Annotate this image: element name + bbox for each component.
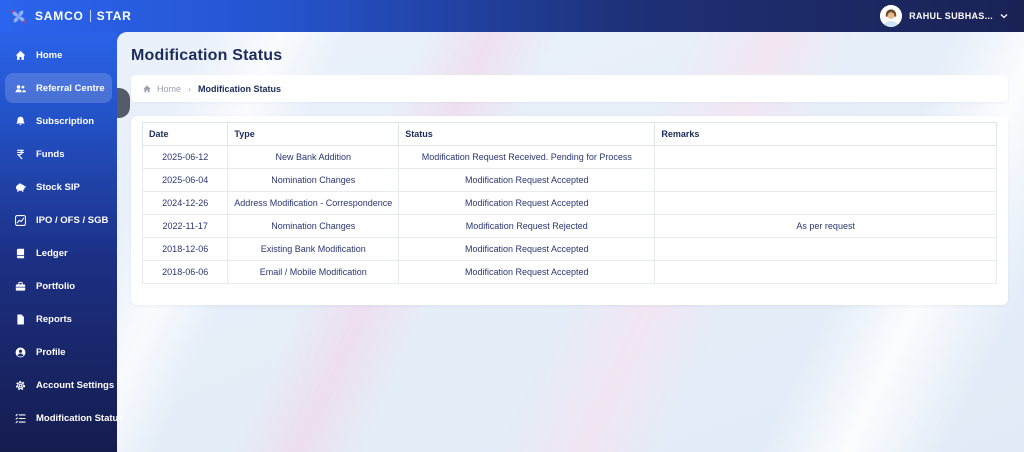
cell-type: Address Modification - Correspondence bbox=[227, 191, 400, 215]
sidebar-item[interactable]: Subscription bbox=[5, 106, 112, 136]
cell-status: Modification Request Received. Pending f… bbox=[398, 145, 656, 169]
gear-icon bbox=[13, 378, 27, 392]
sidebar-item-label: Reports bbox=[36, 313, 72, 325]
breadcrumb-separator: › bbox=[188, 83, 192, 94]
sidebar-item-label: Home bbox=[36, 49, 63, 61]
brand: SAMCO STAR bbox=[9, 7, 132, 26]
table-row: 2025-06-12 New Bank Addition Modificatio… bbox=[141, 145, 997, 169]
cell-date: 2018-06-06 bbox=[141, 260, 229, 284]
sidebar-item-label: Portfolio bbox=[36, 280, 76, 292]
cell-type: Existing Bank Modification bbox=[227, 237, 400, 261]
cell-remarks: As per request bbox=[654, 214, 997, 238]
samco-pinwheel-logo-icon bbox=[9, 7, 28, 26]
piggy-bank-icon bbox=[13, 180, 27, 194]
rupee-icon bbox=[13, 147, 27, 161]
brand-star: STAR bbox=[96, 9, 132, 23]
sidebar-item[interactable]: Home bbox=[5, 40, 112, 70]
brand-samco: SAMCO bbox=[35, 9, 84, 23]
book-icon bbox=[13, 246, 27, 260]
column-header: Type bbox=[227, 122, 400, 146]
cell-status: Modification Request Accepted bbox=[398, 191, 656, 215]
cell-date: 2022-11-17 bbox=[141, 214, 229, 238]
cell-status: Modification Request Accepted bbox=[398, 237, 656, 261]
sidebar-item-label: Ledger bbox=[36, 247, 68, 259]
column-header: Status bbox=[398, 122, 656, 146]
main-content: Modification Status Home › Modification … bbox=[117, 32, 1024, 452]
cell-type: Email / Mobile Modification bbox=[227, 260, 400, 284]
bell-icon bbox=[13, 114, 27, 128]
breadcrumb-current: Modification Status bbox=[198, 83, 282, 94]
sidebar-item-label: Profile bbox=[36, 346, 66, 358]
sidebar-item-label: Account Settings bbox=[36, 379, 115, 391]
table-row: 2024-12-26 Address Modification - Corres… bbox=[141, 191, 997, 215]
sidebar-item[interactable]: Ledger bbox=[5, 238, 112, 268]
sidebar-item[interactable]: Funds bbox=[5, 139, 112, 169]
cell-remarks bbox=[654, 191, 997, 215]
chevron-down-icon bbox=[1000, 13, 1008, 19]
sidebar-item[interactable]: Profile bbox=[5, 337, 112, 367]
cell-remarks bbox=[654, 168, 997, 192]
top-header: SAMCO STAR RAHUL SUBHAS... bbox=[0, 0, 1024, 32]
sidebar-item-label: Funds bbox=[36, 148, 65, 160]
table-header-row: Date Type Status Remarks bbox=[141, 122, 997, 146]
document-icon bbox=[13, 312, 27, 326]
cell-date: 2024-12-26 bbox=[141, 191, 229, 215]
brand-separator bbox=[89, 10, 91, 22]
cell-status: Modification Request Accepted bbox=[398, 168, 656, 192]
cell-status: Modification Request Rejected bbox=[398, 214, 656, 238]
sidebar-item-label: Modification Status bbox=[36, 412, 124, 424]
table-row: 2018-12-06 Existing Bank Modification Mo… bbox=[141, 237, 997, 261]
sidebar-item[interactable]: Account Settings bbox=[5, 370, 115, 400]
home-icon bbox=[142, 84, 152, 94]
sidebar-item-label: Referral Centre bbox=[36, 82, 105, 94]
chart-icon bbox=[13, 213, 27, 227]
cell-remarks bbox=[654, 145, 997, 169]
cell-remarks bbox=[654, 260, 997, 284]
breadcrumb: Home › Modification Status bbox=[131, 75, 1008, 102]
column-header: Date bbox=[141, 122, 229, 146]
sidebar-nav: Home Referral Centre Subscription Funds … bbox=[0, 32, 124, 452]
breadcrumb-home-link[interactable]: Home bbox=[142, 84, 181, 94]
table-row: 2018-06-06 Email / Mobile Modification M… bbox=[141, 260, 997, 284]
cell-remarks bbox=[654, 237, 997, 261]
sidebar-item[interactable]: Stock SIP bbox=[5, 172, 112, 202]
sidebar-item[interactable]: Portfolio bbox=[5, 271, 112, 301]
sidebar-item[interactable]: IPO / OFS / SGB bbox=[5, 205, 112, 235]
cell-date: 2025-06-04 bbox=[141, 168, 229, 192]
cell-status: Modification Request Accepted bbox=[398, 260, 656, 284]
checklist-icon bbox=[13, 411, 27, 425]
cell-type: New Bank Addition bbox=[227, 145, 400, 169]
home-icon bbox=[13, 48, 27, 62]
cell-type: Nomination Changes bbox=[227, 168, 400, 192]
sidebar-item-label: Subscription bbox=[36, 115, 95, 127]
sidebar-item[interactable]: Reports bbox=[5, 304, 112, 334]
sidebar-item[interactable]: Referral Centre bbox=[5, 73, 112, 103]
breadcrumb-home-label: Home bbox=[157, 83, 182, 94]
modification-status-card: Date Type Status Remarks 2025-06-12 New Ban… bbox=[131, 116, 1008, 305]
page-title: Modification Status bbox=[131, 47, 283, 64]
sidebar-item[interactable]: Modification Status bbox=[5, 403, 124, 433]
modification-status-table: Date Type Status Remarks 2025-06-12 New Ban… bbox=[141, 122, 997, 284]
table-row: 2025-06-04 Nomination Changes Modificati… bbox=[141, 168, 997, 192]
profile-icon bbox=[13, 345, 27, 359]
user-name: RAHUL SUBHAS... bbox=[909, 11, 993, 21]
cell-date: 2018-12-06 bbox=[141, 237, 229, 261]
sidebar-item-label: IPO / OFS / SGB bbox=[36, 214, 109, 226]
briefcase-icon bbox=[13, 279, 27, 293]
sidebar-item-label: Stock SIP bbox=[36, 181, 80, 193]
avatar bbox=[880, 5, 903, 27]
column-header: Remarks bbox=[654, 122, 997, 146]
user-menu[interactable]: RAHUL SUBHAS... bbox=[880, 5, 1008, 27]
people-icon bbox=[13, 81, 27, 95]
cell-type: Nomination Changes bbox=[227, 214, 400, 238]
cell-date: 2025-06-12 bbox=[141, 145, 229, 169]
table-row: 2022-11-17 Nomination Changes Modificati… bbox=[141, 214, 997, 238]
